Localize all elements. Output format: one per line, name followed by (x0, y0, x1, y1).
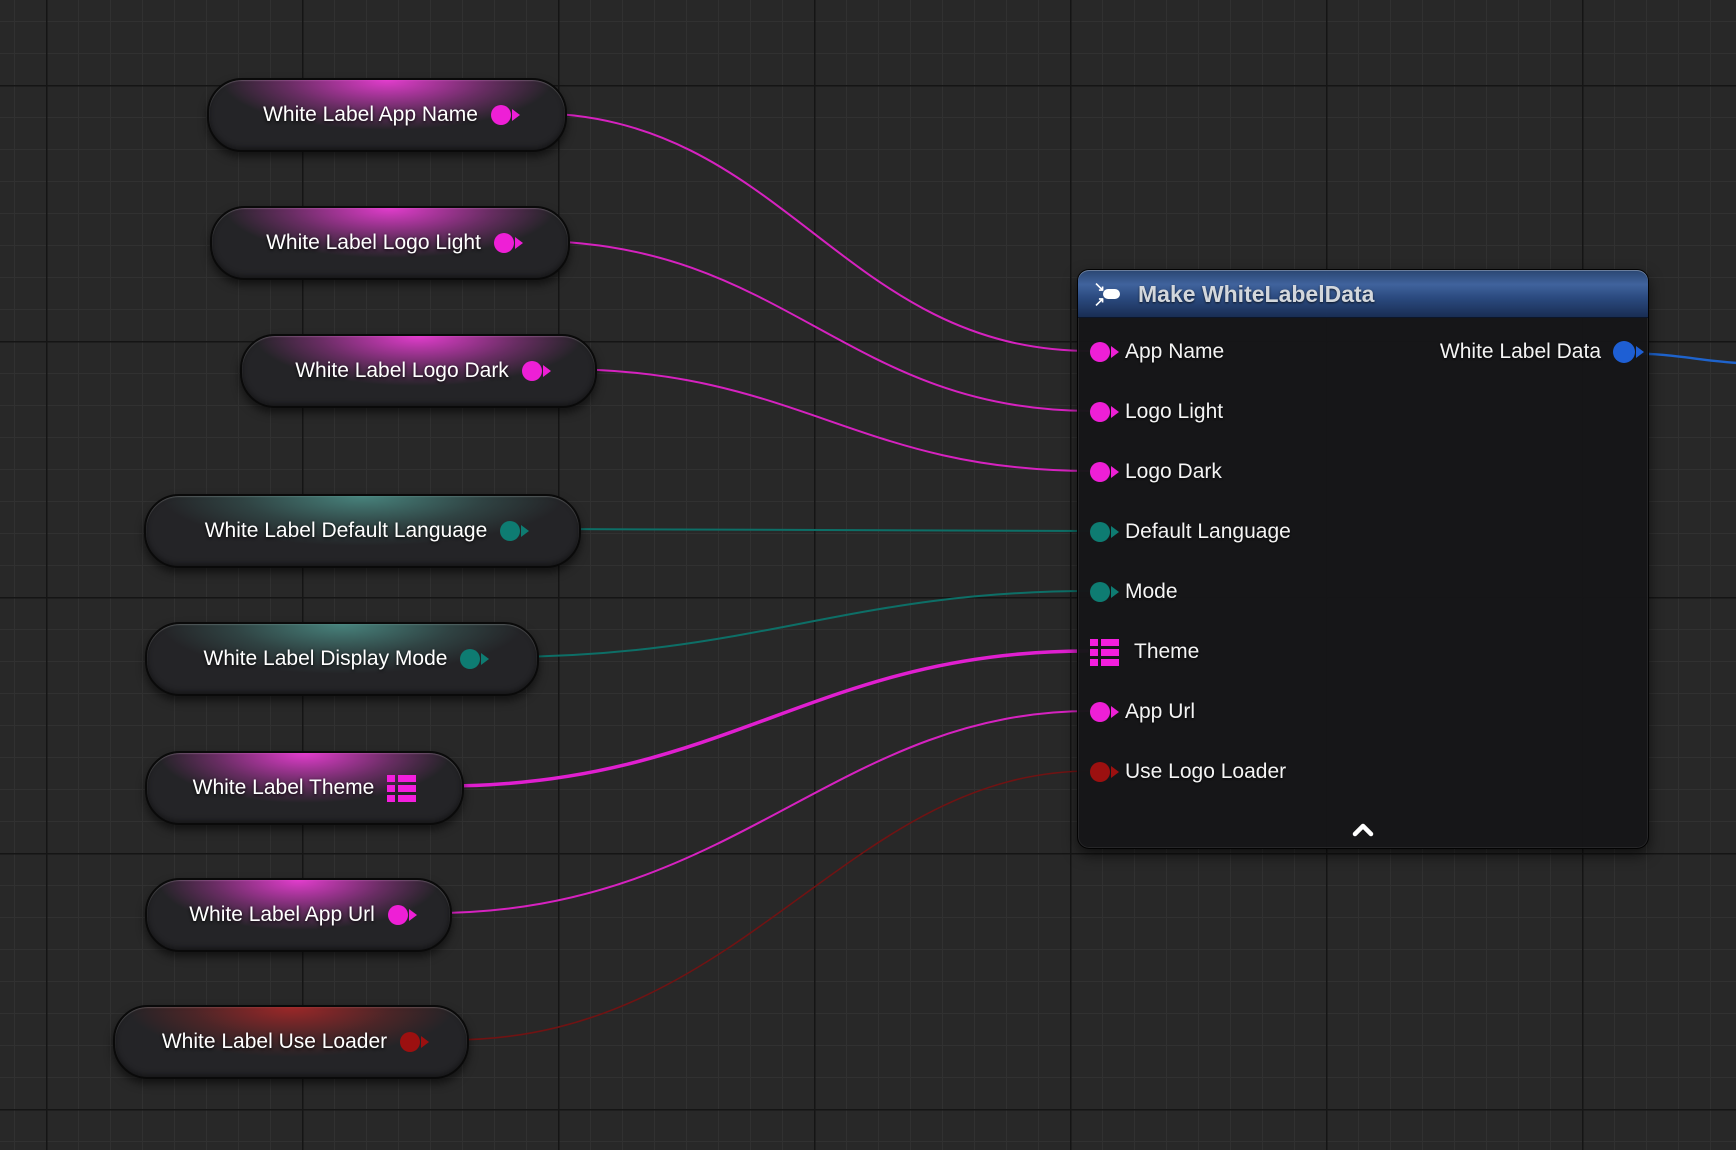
wire-theme[interactable] (444, 651, 1087, 786)
wire-app-url[interactable] (433, 711, 1091, 913)
bool-input-pin[interactable] (1090, 762, 1110, 782)
variable-node-label: White Label App Name (263, 103, 478, 127)
pin-label: White Label Data (1440, 340, 1601, 364)
pin-label: App Url (1125, 700, 1195, 724)
struct-output-pin-icon[interactable] (387, 775, 416, 802)
string-input-pin[interactable] (1090, 402, 1110, 422)
pin-label: Use Logo Loader (1125, 760, 1286, 784)
variable-node-label: White Label Logo Light (266, 231, 481, 255)
string-output-pin[interactable] (491, 105, 511, 125)
pin-row-mode: Mode (1078, 562, 1648, 622)
pin-row-logo-dark: Logo Dark (1078, 442, 1648, 502)
pin-row-logo-light: Logo Light (1078, 382, 1648, 442)
pin-row-use-logo-loader: Use Logo Loader (1078, 742, 1648, 802)
variable-node-white-label-app-name[interactable]: White Label App Name (207, 78, 567, 152)
make-whitelabeldata-node[interactable]: ↘↗ Make WhiteLabelData App Name Logo Lig… (1077, 269, 1649, 849)
variable-node-white-label-logo-dark[interactable]: White Label Logo Dark (240, 334, 597, 408)
variable-node-white-label-use-loader[interactable]: White Label Use Loader (113, 1005, 469, 1079)
wire-display-mode[interactable] (498, 591, 1091, 657)
blueprint-graph-canvas[interactable]: White Label App Name White Label Logo Li… (0, 0, 1736, 1150)
make-struct-icon: ↘↗ (1094, 281, 1126, 307)
variable-node-label: White Label Default Language (205, 519, 488, 543)
node-title: Make WhiteLabelData (1138, 281, 1374, 308)
pin-row-default-language: Default Language (1078, 502, 1648, 562)
variable-node-white-label-theme[interactable]: White Label Theme (145, 751, 464, 825)
node-header[interactable]: ↘↗ Make WhiteLabelData (1078, 270, 1648, 318)
pin-label: Logo Light (1125, 400, 1223, 424)
enum-output-pin[interactable] (460, 649, 480, 669)
enum-input-pin[interactable] (1090, 582, 1110, 602)
variable-node-white-label-logo-light[interactable]: White Label Logo Light (210, 206, 570, 280)
pin-row-app-url: App Url (1078, 682, 1648, 742)
variable-node-white-label-default-language[interactable]: White Label Default Language (144, 494, 581, 568)
variable-node-label: White Label Use Loader (162, 1030, 387, 1054)
variable-node-label: White Label Theme (193, 776, 375, 800)
variable-node-label: White Label App Url (189, 903, 375, 927)
wire-default-language[interactable] (550, 529, 1091, 531)
pin-row-white-label-data: White Label Data (1440, 334, 1635, 370)
pin-label: Logo Dark (1125, 460, 1222, 484)
wire-use-loader[interactable] (451, 771, 1091, 1040)
variable-node-label: White Label Display Mode (204, 647, 448, 671)
pin-label: Mode (1125, 580, 1178, 604)
pin-label: App Name (1125, 340, 1224, 364)
string-output-pin[interactable] (494, 233, 514, 253)
struct-input-pin-icon[interactable] (1090, 639, 1119, 666)
wire-logo-light[interactable] (531, 241, 1091, 411)
chevron-up-icon (1348, 821, 1378, 839)
struct-output-pin[interactable] (1613, 341, 1635, 363)
string-output-pin[interactable] (522, 361, 542, 381)
enum-input-pin[interactable] (1090, 522, 1110, 542)
string-input-pin[interactable] (1090, 702, 1110, 722)
string-input-pin[interactable] (1090, 342, 1110, 362)
pin-row-theme: Theme (1078, 622, 1648, 682)
bool-output-pin[interactable] (400, 1032, 420, 1052)
string-input-pin[interactable] (1090, 462, 1110, 482)
enum-output-pin[interactable] (500, 521, 520, 541)
wire-app-name[interactable] (530, 113, 1091, 351)
node-body: App Name Logo Light Logo Dark Default La… (1078, 318, 1648, 802)
variable-node-white-label-app-url[interactable]: White Label App Url (145, 878, 452, 952)
pin-label: Theme (1134, 640, 1199, 664)
wire-logo-dark[interactable] (559, 369, 1091, 471)
variable-node-white-label-display-mode[interactable]: White Label Display Mode (145, 622, 539, 696)
string-output-pin[interactable] (388, 905, 408, 925)
variable-node-label: White Label Logo Dark (295, 359, 509, 383)
expand-node-button[interactable] (1337, 816, 1389, 844)
pin-label: Default Language (1125, 520, 1291, 544)
